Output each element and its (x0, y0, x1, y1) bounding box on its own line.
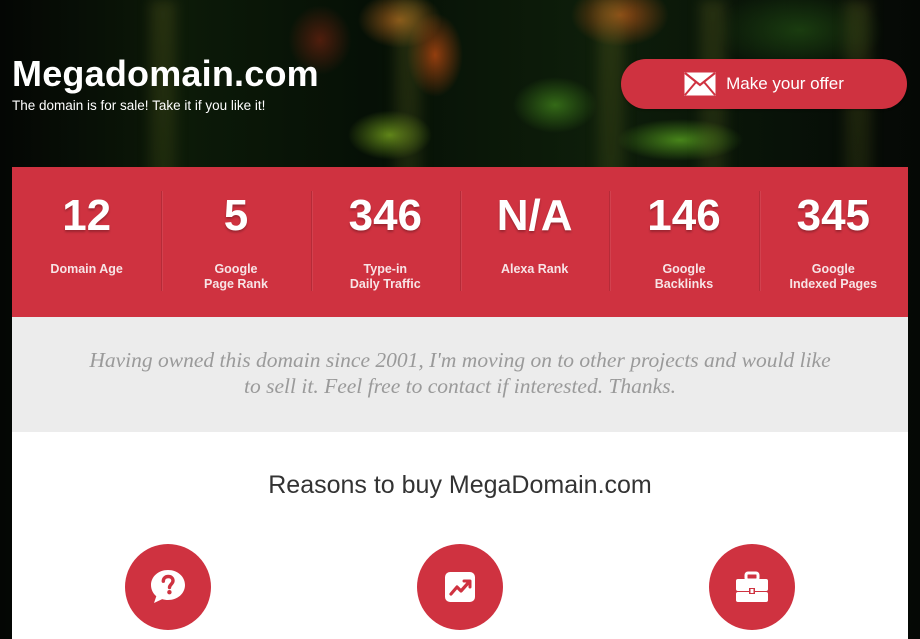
stat-label: Google Backlinks (654, 262, 714, 291)
question-bubble-icon (125, 544, 211, 630)
stat-label: Type-in Daily Traffic (349, 262, 421, 291)
quote-band: Having owned this domain since 2001, I'm… (12, 317, 908, 432)
stat-backlinks: 146 Google Backlinks (609, 167, 758, 317)
reasons-title: Reasons to buy MegaDomain.com (268, 471, 652, 499)
stat-daily-traffic: 346 Type-in Daily Traffic (310, 167, 460, 317)
stat-domain-age: 12 Domain Age (12, 167, 161, 317)
site-header: Megadomain.com The domain is for sale! T… (12, 53, 319, 114)
reasons-section: Reasons to buy MegaDomain.com (12, 432, 908, 639)
briefcase-icon (709, 544, 795, 630)
stat-label: Google Page Rank (204, 262, 268, 291)
stat-page-rank: 5 Google Page Rank (161, 167, 310, 317)
stat-label: Google Indexed Pages (789, 262, 878, 291)
site-subtitle: The domain is for sale! Take it if you l… (12, 98, 266, 113)
stat-value: 5 (223, 191, 249, 240)
make-offer-label: Make your offer (726, 74, 844, 93)
stat-value: N/A (496, 191, 573, 240)
chart-trend-icon (417, 544, 503, 630)
make-offer-button[interactable]: Make your offer (621, 59, 907, 109)
stat-value: 346 (348, 191, 423, 240)
stat-indexed-pages: 345 Google Indexed Pages (758, 167, 908, 317)
stat-label: Domain Age (50, 262, 123, 276)
site-title: Megadomain.com (12, 53, 319, 94)
stat-value: 146 (647, 191, 721, 240)
envelope-icon (684, 72, 716, 96)
stat-alexa-rank: N/A Alexa Rank (459, 167, 609, 317)
stat-value: 345 (796, 191, 871, 240)
owner-quote: Having owned this domain since 2001, I'm… (89, 348, 831, 398)
stat-label: Alexa Rank (500, 262, 569, 276)
stats-bar: 12 Domain Age 5 Google Page Rank 346 Type… (12, 167, 908, 317)
stat-value: 12 (62, 191, 112, 240)
